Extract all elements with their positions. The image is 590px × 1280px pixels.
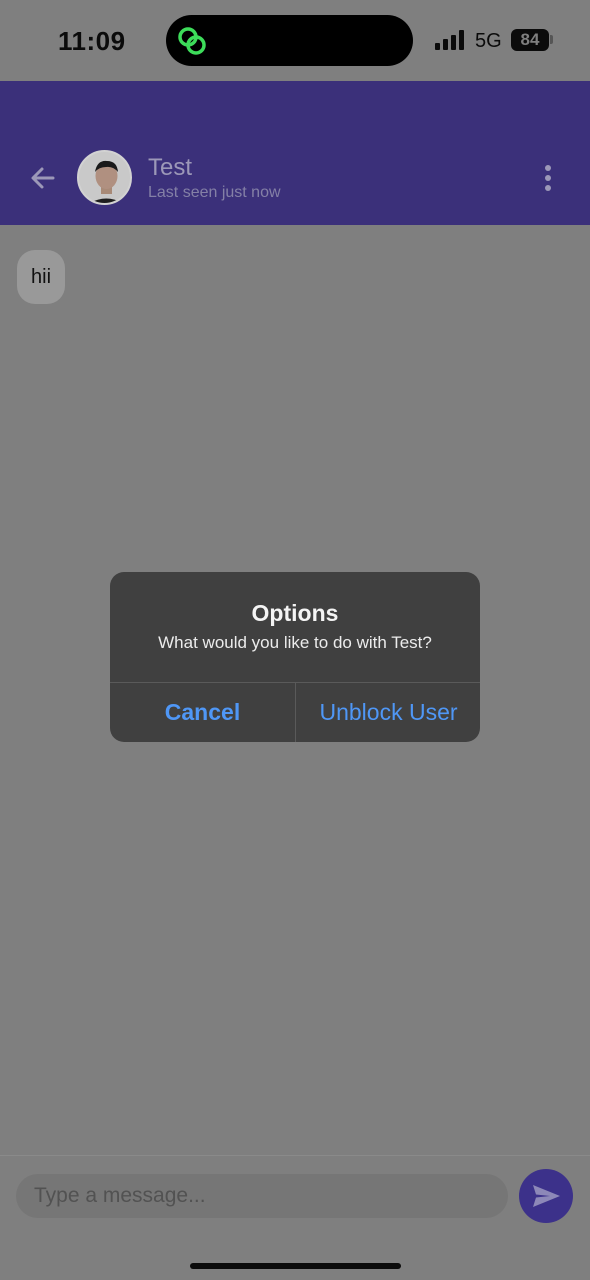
send-icon [533,1185,560,1207]
battery-cap [550,35,553,44]
more-vertical-icon[interactable] [538,163,558,193]
send-button[interactable] [519,1169,573,1223]
home-indicator [190,1263,401,1269]
contact-status: Last seen just now [148,184,281,201]
message-bubble[interactable]: hii [17,250,66,304]
cancel-button[interactable]: Cancel [110,683,295,742]
network-type: 5G [475,30,502,52]
status-time: 11:09 [58,26,126,56]
unblock-user-button[interactable]: Unblock User [296,683,480,742]
status-bar: 11:09 5G 84 [0,0,590,81]
arrow-left-icon[interactable] [28,163,58,193]
chat-header: Test Last seen just now [0,81,590,225]
dialog-title: Options [251,600,339,626]
contact-name: Test [148,154,193,181]
message-input[interactable]: Type a message... [16,1174,508,1218]
link-rings-icon [178,27,206,55]
signal-icon [435,30,464,50]
dialog-message: What would you like to do with Test? [158,633,432,652]
dynamic-island [166,15,413,66]
options-dialog: Options What would you like to do with T… [110,572,480,742]
avatar-image [79,152,130,203]
input-bar: Type a message... [0,1155,590,1280]
battery-icon: 84 [511,29,549,51]
avatar[interactable] [77,150,132,205]
